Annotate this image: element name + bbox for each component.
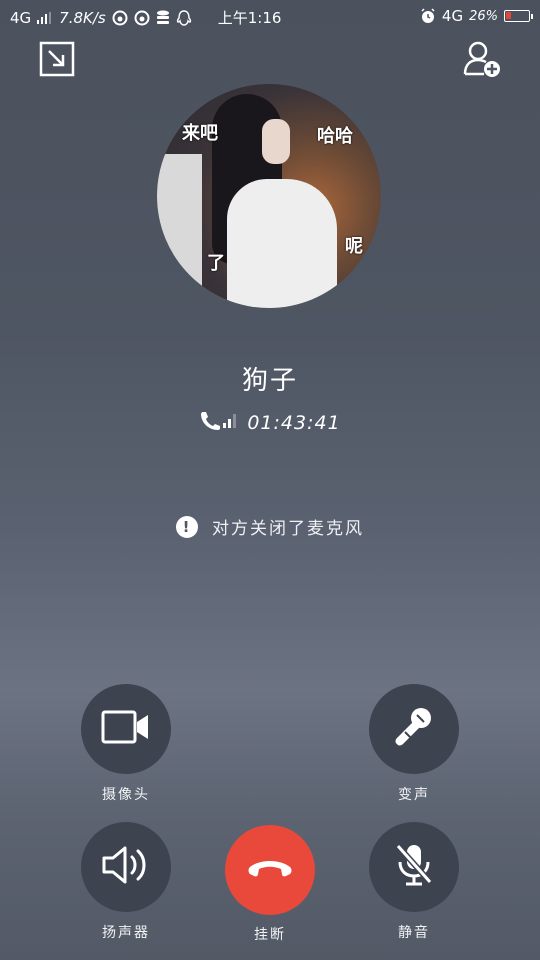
add-contact-button[interactable] [460,39,504,83]
call-timer: 01:43:41 [247,411,341,434]
battery-percent: 26% [469,8,498,24]
mic-off-notice: ! 对方关闭了麦克风 [0,514,540,539]
voice-changer-button[interactable] [369,684,459,774]
battery-icon [504,10,533,22]
call-signal-icon [199,410,239,435]
camera-label: 摄像头 [102,787,150,803]
speaker-icon [101,845,151,889]
microphone-handheld-icon [393,706,435,752]
mute-label: 静音 [398,925,430,941]
status-time: 上午1:16 [217,9,282,27]
alarm-icon [420,8,436,24]
avatar-text: 了 [207,253,225,274]
add-contact-icon [462,40,502,82]
network-type-right: 4G [441,7,464,25]
speaker-label: 扬声器 [102,925,150,941]
avatar-face [262,119,290,164]
minimize-icon [39,41,75,81]
speaker-button[interactable] [81,822,171,912]
status-bar: 4G 7.8K/s 上午1:16 4G 26% [0,0,540,34]
avatar-background [157,154,202,308]
contact-name: 狗子 [241,366,298,396]
voice-changer-label: 变声 [398,787,430,803]
app-icon [112,10,128,26]
contact-avatar: 哈哈 来吧 了 呢 [157,84,381,308]
avatar-text: 哈哈 [317,126,353,147]
avatar-text: 呢 [345,236,363,257]
battery-level [506,12,511,19]
notice-text: 对方关闭了麦克风 [212,519,364,539]
qq-icon [176,9,192,26]
hangup-button[interactable] [225,825,315,915]
avatar-text: 来吧 [182,123,218,144]
network-type-left: 4G [10,8,32,27]
status-bar-left: 4G 7.8K/s 上午1:16 [10,7,281,28]
avatar-shirt [227,179,337,308]
hangup-label: 挂断 [254,927,286,943]
signal-icon [37,11,53,24]
warning-icon: ! [176,515,198,538]
call-status: 01:43:41 [0,410,540,435]
camera-button[interactable] [81,684,171,774]
mute-button[interactable] [369,822,459,912]
phone-hangup-icon [246,856,294,884]
video-camera-icon [101,709,151,749]
status-bar-right: 4G 26% [420,7,533,25]
network-speed: 7.8K/s [59,8,106,27]
microphone-off-icon [392,842,436,892]
app-icon [134,10,150,26]
database-icon [156,10,170,26]
minimize-button[interactable] [35,39,79,83]
